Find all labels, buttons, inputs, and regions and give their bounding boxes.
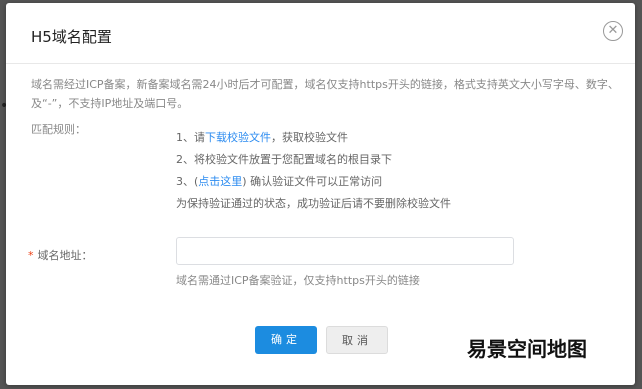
watermark-text: 易景空间地图 xyxy=(467,337,587,361)
rule-step-3-prefix: 3、( xyxy=(176,175,199,188)
rule-keep-file-note: 为保持验证通过的状态，成功验证后请不要删除校验文件 xyxy=(176,197,451,210)
required-mark: * xyxy=(28,249,34,262)
rule-step-1-prefix: 1、请 xyxy=(176,131,205,144)
dialog-header: H5域名配置 ✕ xyxy=(6,3,635,64)
domain-field-label: * 域名地址： xyxy=(28,247,93,263)
rules-label: 匹配规则： xyxy=(31,123,86,136)
confirm-button[interactable]: 确定 xyxy=(255,326,317,354)
notice-line-1: 域名需经过ICP备案，新备案域名需24小时后才可配置，域名仅支持https开头的… xyxy=(31,78,619,91)
domain-input[interactable] xyxy=(176,237,514,265)
rule-step-1: 1、请下载校验文件，获取校验文件 xyxy=(176,129,348,145)
domain-hint: 域名需通过ICP备案验证，仅支持https开头的链接 xyxy=(176,274,420,287)
h5-domain-config-dialog: H5域名配置 ✕ 域名需经过ICP备案，新备案域名需24小时后才可配置，域名仅支… xyxy=(6,3,635,385)
rule-step-3: 3、(点击这里) 确认验证文件可以正常访问 xyxy=(176,173,382,189)
notice-line-2: 及“-”，不支持IP地址及端口号。 xyxy=(31,97,189,110)
rule-step-2: 2、将校验文件放置于您配置域名的根目录下 xyxy=(176,153,392,166)
rule-step-1-suffix: ，获取校验文件 xyxy=(271,131,348,144)
rule-step-3-suffix: ) 确认验证文件可以正常访问 xyxy=(242,175,383,188)
domain-label-text: 域名地址： xyxy=(37,249,93,262)
domain-notice: 域名需经过ICP备案，新备案域名需24小时后才可配置，域名仅支持https开头的… xyxy=(31,75,621,113)
cancel-button[interactable]: 取消 xyxy=(326,326,388,354)
dialog-title: H5域名配置 xyxy=(31,28,112,46)
download-verify-file-link[interactable]: 下载校验文件 xyxy=(205,131,271,144)
click-here-link[interactable]: 点击这里 xyxy=(198,175,242,188)
close-icon[interactable]: ✕ xyxy=(603,21,623,41)
